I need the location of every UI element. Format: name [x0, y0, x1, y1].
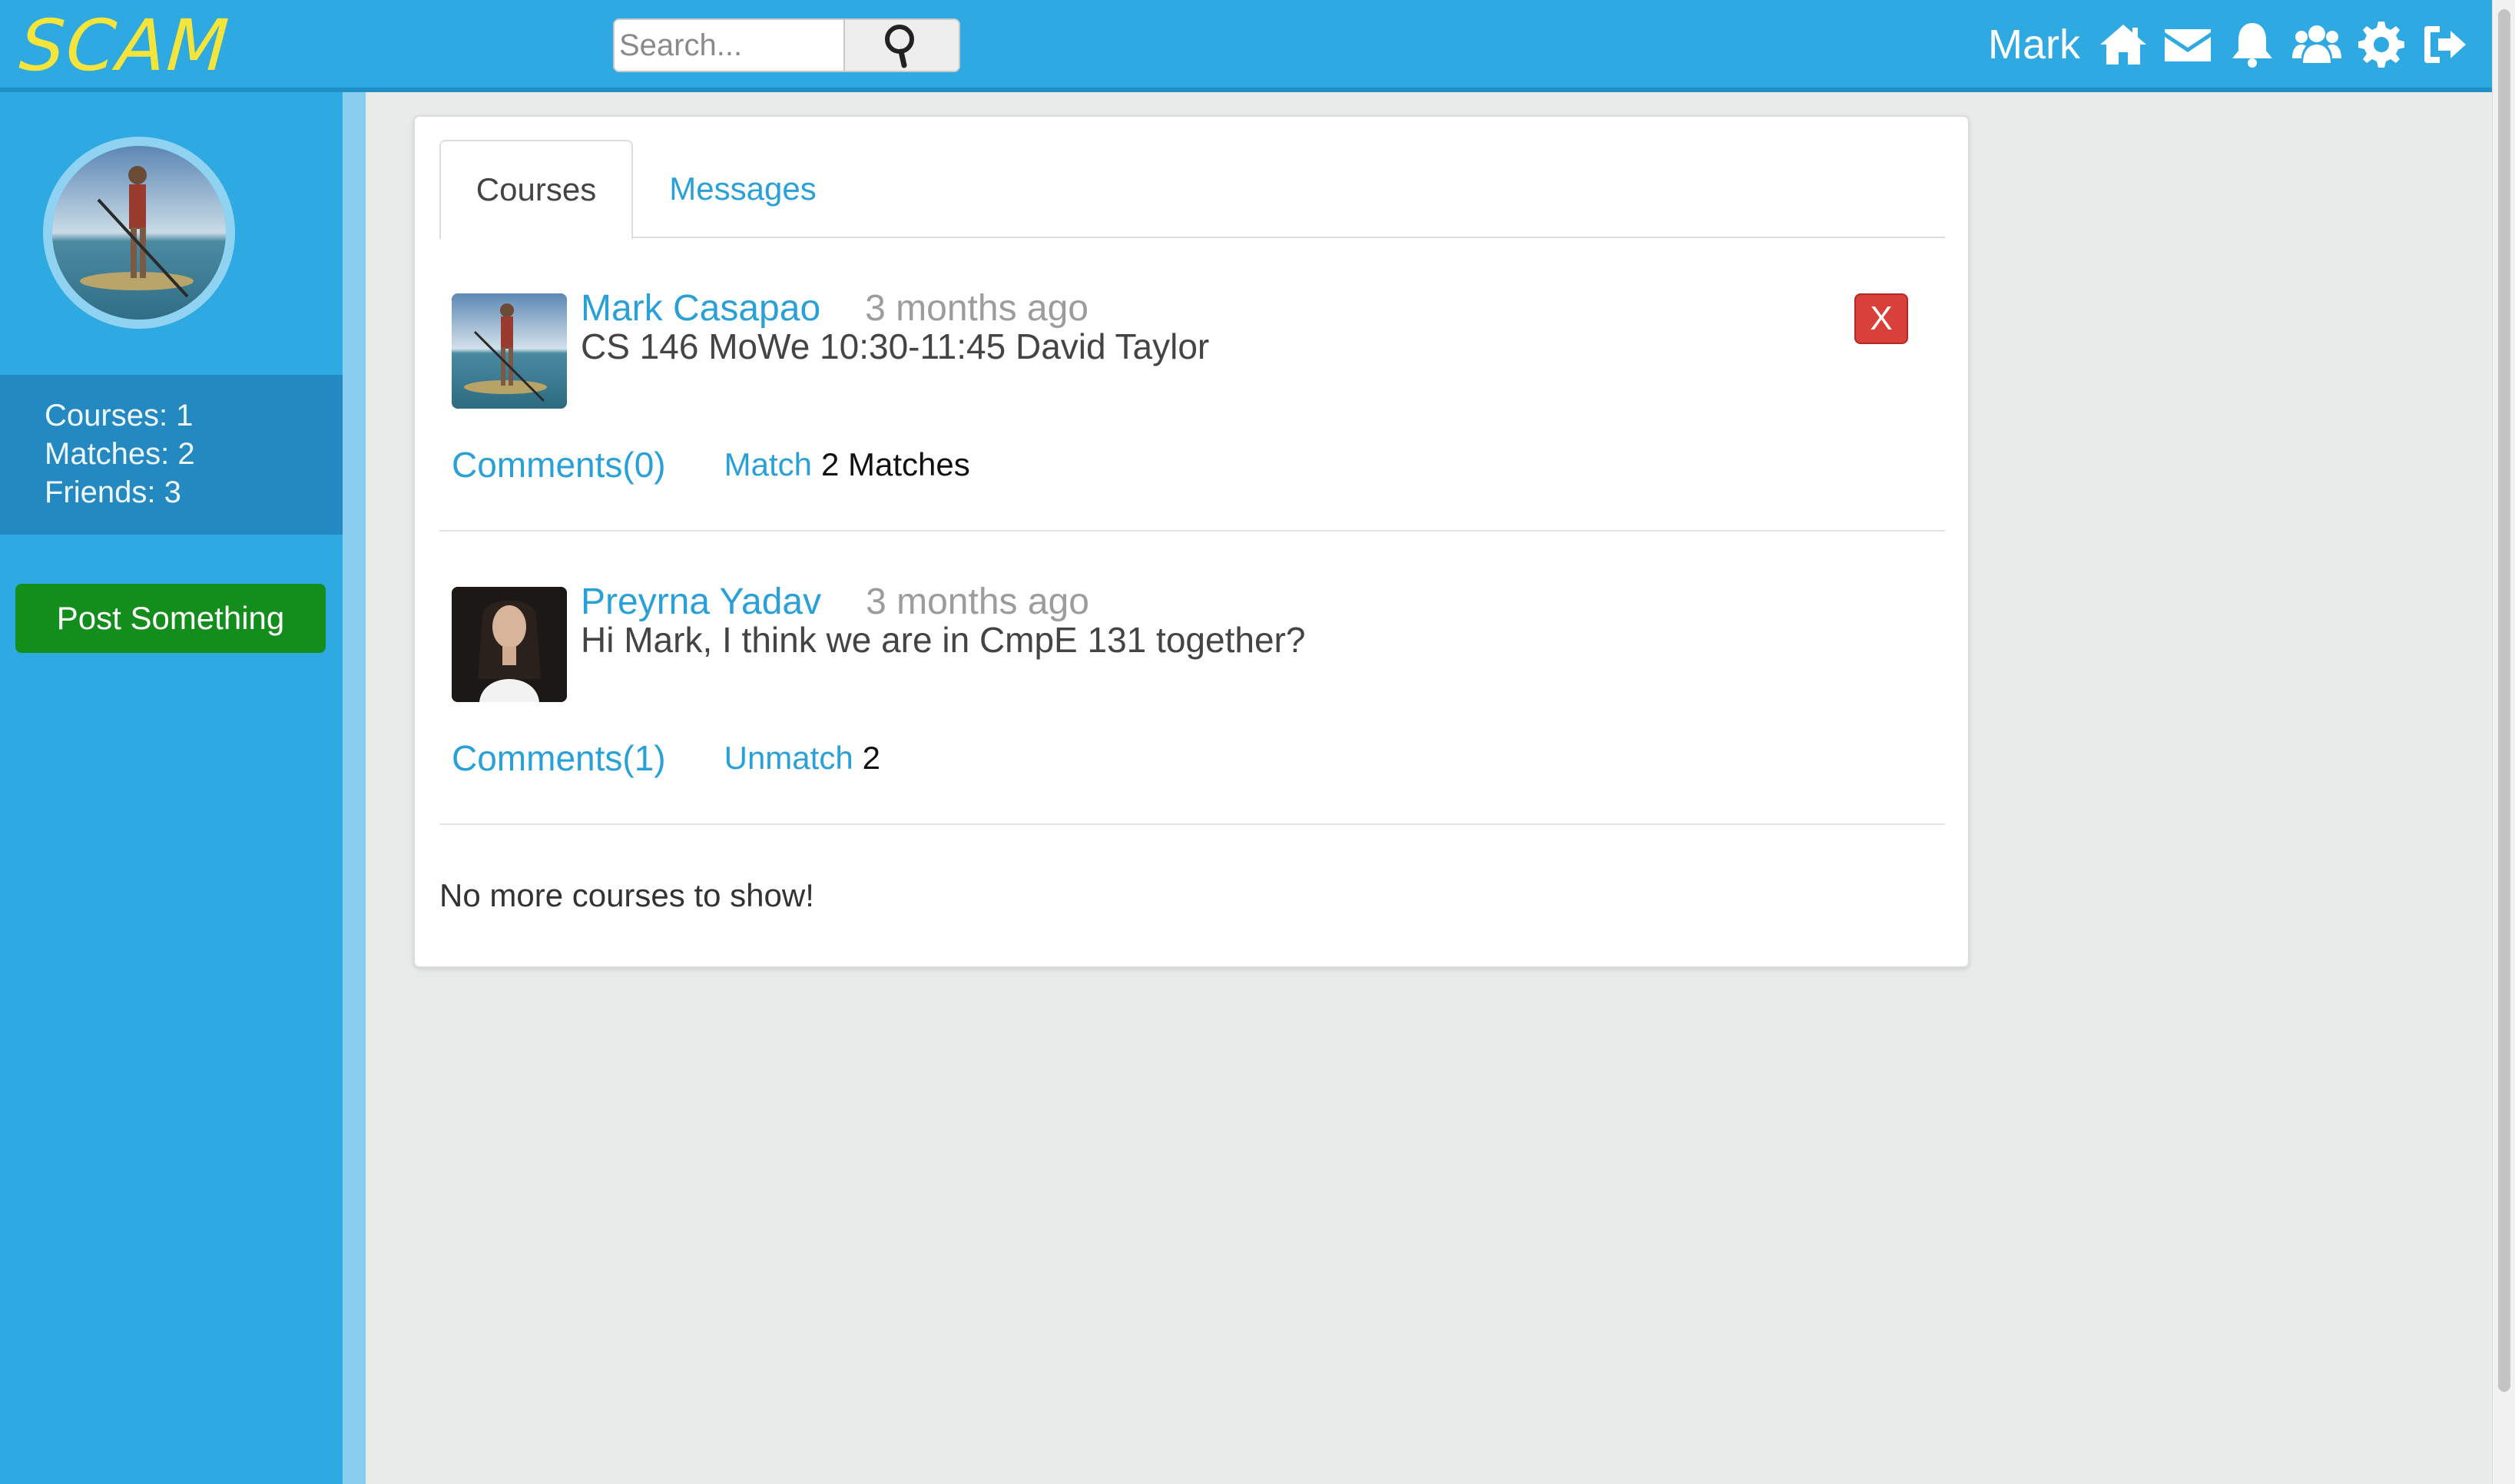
post-author-avatar[interactable]	[452, 293, 567, 409]
courses-count: Courses: 1	[45, 399, 194, 432]
post-actions: Comments(0) Match 2 Matches	[452, 438, 970, 492]
page-scrollbar[interactable]	[2492, 0, 2515, 1484]
post-actions: Comments(1) Unmatch 2	[452, 731, 880, 785]
post-timestamp: 3 months ago	[865, 288, 1089, 329]
nav-actions: Mark	[1988, 14, 2474, 75]
sidebar-edge	[343, 92, 366, 1484]
feed-post: Preyrna Yadav 3 months ago Hi Mark, I thi…	[439, 532, 1945, 825]
sign-out-icon[interactable]	[2418, 17, 2474, 72]
search-button[interactable]	[843, 20, 959, 71]
post-text: Hi Mark, I think we are in CmpE 131 toge…	[581, 620, 1306, 660]
feed-panel: Courses Messages Mark Casapao 3 months a…	[413, 115, 1970, 968]
search-icon	[885, 25, 914, 68]
post-author-avatar[interactable]	[452, 587, 567, 702]
search-bar	[613, 18, 960, 72]
sidebar: Courses: 1 Matches: 2 Friends: 3 Post So…	[0, 92, 343, 1484]
match-link[interactable]: Match	[724, 446, 812, 483]
profile-avatar[interactable]	[43, 137, 235, 329]
feed-tabs: Courses Messages	[439, 140, 1945, 240]
tab-courses[interactable]: Courses	[439, 140, 633, 240]
scrollbar-thumb[interactable]	[2498, 9, 2510, 1392]
post-author-link[interactable]: Mark Casapao	[581, 288, 820, 329]
comments-link[interactable]: Comments(0)	[452, 444, 666, 485]
post-something-button[interactable]: Post Something	[15, 584, 326, 653]
delete-post-button[interactable]: X	[1854, 293, 1908, 344]
match-count: 2	[862, 740, 881, 776]
unmatch-link[interactable]: Unmatch	[724, 740, 853, 777]
post-header: Preyrna Yadav 3 months ago	[581, 581, 1089, 623]
profile-stats: Courses: 1 Matches: 2 Friends: 3	[0, 375, 343, 535]
post-timestamp: 3 months ago	[866, 581, 1089, 622]
matches-count: Matches: 2	[45, 437, 195, 471]
end-of-feed-message: No more courses to show!	[439, 877, 814, 913]
top-navbar: SCAM Mark	[0, 0, 2492, 92]
bell-icon[interactable]	[2225, 17, 2280, 72]
envelope-icon[interactable]	[2160, 17, 2215, 72]
post-author-link[interactable]: Preyrna Yadav	[581, 581, 821, 622]
brand-logo[interactable]: SCAM	[17, 5, 232, 87]
match-count: 2 Matches	[820, 446, 970, 482]
gear-icon[interactable]	[2354, 17, 2409, 72]
search-input[interactable]	[615, 20, 843, 71]
post-header: Mark Casapao 3 months ago	[581, 287, 1089, 330]
friends-count: Friends: 3	[45, 475, 181, 509]
users-icon[interactable]	[2289, 17, 2344, 72]
tab-messages[interactable]: Messages	[656, 140, 830, 238]
feed-post: Mark Casapao 3 months ago CS 146 MoWe 10:…	[439, 238, 1945, 532]
post-text: CS 146 MoWe 10:30-11:45 David Taylor	[581, 326, 1210, 366]
home-icon[interactable]	[2096, 17, 2151, 72]
nav-user-name[interactable]: Mark	[1988, 21, 2080, 68]
comments-link[interactable]: Comments(1)	[452, 737, 666, 779]
